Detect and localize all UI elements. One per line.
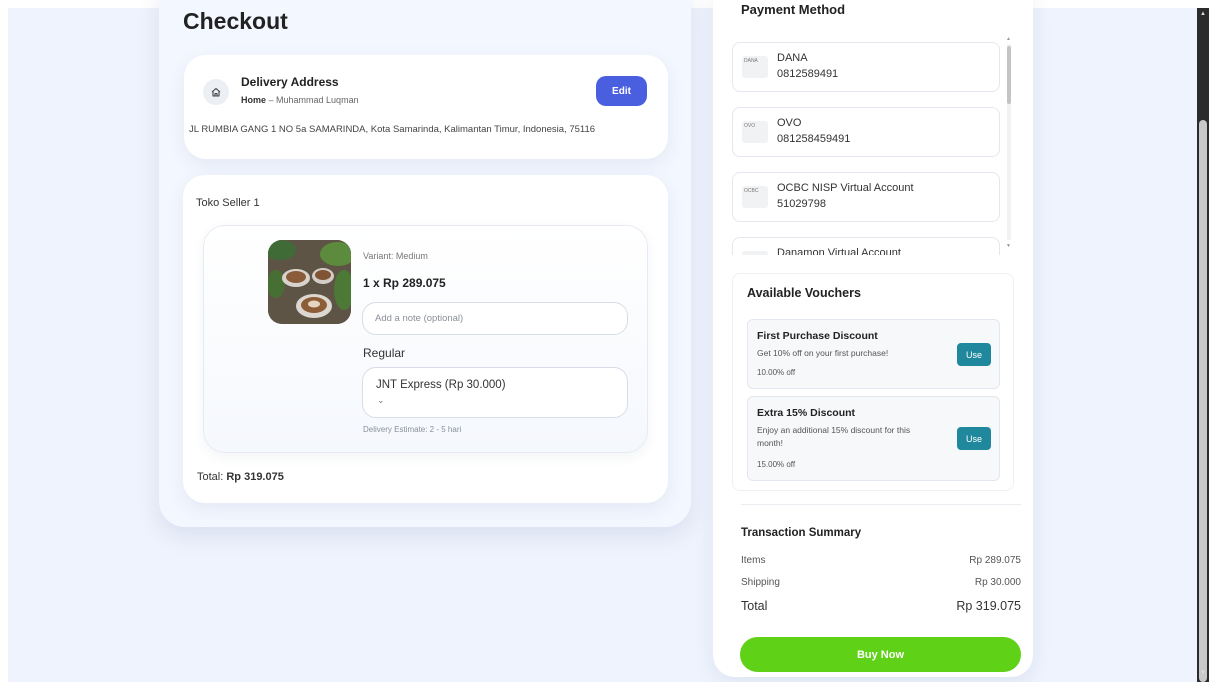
payment-option-name: DANA [777, 52, 808, 64]
scroll-down-icon[interactable]: ▼ [1006, 243, 1011, 249]
cart-item-card: Variant: Medium 1 x Rp 289.075 Regular J… [203, 225, 648, 453]
divider [741, 504, 1021, 505]
payment-option[interactable]: OVO OVO 081258459491 [732, 107, 1000, 157]
summary-shipping-label: Shipping [741, 577, 780, 588]
delivery-estimate: Delivery Estimate: 2 - 5 hari [363, 425, 462, 434]
payment-option[interactable]: DANA DANA 0812589491 [732, 42, 1000, 92]
vouchers-title: Available Vouchers [747, 286, 861, 300]
courier-select[interactable]: JNT Express (Rp 30.000) ⌄ [362, 367, 628, 418]
seller-total-label: Total: [197, 471, 227, 483]
payment-option[interactable]: OCBC OCBC NISP Virtual Account 51029798 [732, 172, 1000, 222]
address-separator: – [266, 95, 277, 105]
buy-now-button[interactable]: Buy Now [740, 637, 1021, 672]
summary-row-items: Items Rp 289.075 [741, 555, 1021, 566]
voucher-description: Get 10% off on your first purchase! [757, 348, 889, 358]
payment-list-scrollbar[interactable]: ▲ ▼ [1006, 36, 1012, 250]
chevron-down-icon: ⌄ [377, 395, 385, 405]
payment-option-name: OVO [777, 117, 802, 129]
scroll-down-icon[interactable]: ▼ [1200, 670, 1206, 676]
payment-option-name: OCBC NISP Virtual Account [777, 182, 914, 194]
payment-option-number: 51029798 [777, 198, 826, 210]
scrollbar-thumb[interactable] [1007, 46, 1011, 104]
page-title: Checkout [183, 8, 288, 34]
summary-row-total: Total Rp 319.075 [741, 599, 1021, 613]
recipient-name: Muhammad Luqman [276, 95, 359, 105]
scroll-up-icon[interactable]: ▲ [1006, 36, 1011, 42]
home-icon [203, 79, 229, 105]
window-scrollbar-thumb[interactable] [1199, 120, 1207, 682]
payment-option-number: 081258459491 [777, 133, 851, 145]
summary-total-value: Rp 319.075 [956, 599, 1021, 613]
danamon-logo-icon [742, 251, 768, 255]
address-label: Home [241, 95, 267, 105]
shipping-type: Regular [363, 346, 406, 360]
seller-total: Total: Rp 319.075 [197, 471, 284, 483]
use-voucher-button[interactable]: Use [957, 343, 991, 366]
summary-items-value: Rp 289.075 [969, 555, 1021, 566]
use-voucher-button[interactable]: Use [957, 427, 991, 450]
voucher-description: Enjoy an additional 15% discount for thi… [757, 425, 911, 448]
transaction-summary-title: Transaction Summary [741, 527, 862, 539]
voucher-title: First Purchase Discount [757, 330, 878, 342]
voucher-discount: 10.00% off [757, 368, 796, 377]
vouchers-section: Available Vouchers First Purchase Discou… [732, 273, 1014, 491]
seller-name: Toko Seller 1 [196, 197, 260, 209]
summary-row-shipping: Shipping Rp 30.000 [741, 577, 1021, 588]
payment-method-list: DANA DANA 0812589491 OVO OVO 08125845949… [732, 31, 1018, 255]
ovo-logo-icon: OVO [742, 121, 768, 143]
payment-option[interactable]: Danamon Virtual Account [732, 237, 1000, 255]
voucher-card: First Purchase Discount Get 10% off on y… [747, 319, 1000, 389]
dana-logo-icon: DANA [742, 56, 768, 78]
courier-selected-value: JNT Express (Rp 30.000) [376, 379, 506, 391]
full-address: JL RUMBIA GANG 1 NO 5a SAMARINDA, Kota S… [189, 124, 596, 135]
quantity-price: 1 x Rp 289.075 [363, 276, 446, 290]
summary-items-label: Items [741, 555, 766, 566]
delivery-address-title: Delivery Address [241, 75, 339, 89]
scroll-up-icon[interactable]: ▲ [1200, 11, 1206, 17]
left-strip [0, 0, 8, 682]
note-input[interactable] [362, 302, 628, 335]
variant-label: Variant: Medium [363, 251, 428, 261]
delivery-address-card: Delivery Address Home – Muhammad Luqman … [184, 55, 668, 159]
summary-shipping-value: Rp 30.000 [974, 577, 1021, 588]
product-image [268, 240, 351, 324]
edit-address-button[interactable]: Edit [596, 76, 647, 106]
payment-method-title: Payment Method [741, 2, 846, 17]
payment-option-name: Danamon Virtual Account [777, 247, 901, 255]
voucher-card: Extra 15% Discount Enjoy an additional 1… [747, 396, 1000, 481]
voucher-title: Extra 15% Discount [757, 407, 856, 419]
seller-card: Toko Seller 1 Variant: Medium 1 x Rp 289… [183, 175, 668, 503]
ocbc-logo-icon: OCBC [742, 186, 768, 208]
voucher-discount: 15.00% off [757, 460, 796, 469]
seller-total-value: Rp 319.075 [226, 471, 284, 483]
payment-option-number: 0812589491 [777, 68, 839, 80]
window-scrollbar[interactable]: ▲ ▼ [1197, 8, 1209, 682]
address-recipient: Home – Muhammad Luqman [241, 95, 359, 105]
summary-total-label: Total [741, 599, 768, 613]
